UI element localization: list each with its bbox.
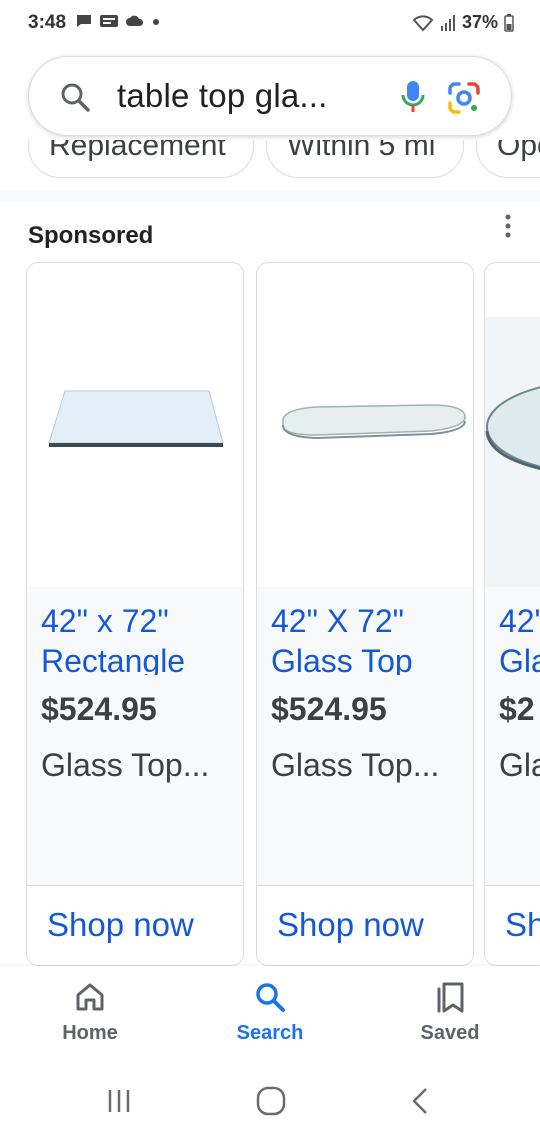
- product-card[interactable]: 42" x 72" Rectangle Glass Table Top $524…: [26, 262, 244, 966]
- sponsored-label: Sponsored: [28, 222, 154, 249]
- message-icon: [77, 15, 91, 27]
- shop-now-button[interactable]: Shop now: [277, 906, 424, 944]
- filter-chips: Replacement Within 5 mi Open now: [0, 140, 540, 182]
- nav-search[interactable]: Search: [210, 980, 330, 1045]
- card-footer: Shop now: [27, 885, 243, 965]
- product-price: $524.95: [41, 691, 157, 727]
- product-title-clip[interactable]: 42" x 72" Rectangle Glass Table Top: [41, 601, 237, 675]
- chip-open-now[interactable]: Open now: [476, 140, 540, 178]
- chip-within-5-mi[interactable]: Within 5 mi: [266, 140, 464, 178]
- nav-home[interactable]: Home: [30, 980, 150, 1045]
- product-image[interactable]: [257, 317, 473, 587]
- shop-now-button[interactable]: Shop now: [47, 906, 194, 944]
- product-info: 42" X 72" Glass Top Racetrack $524.95 Gl…: [257, 587, 473, 885]
- product-title[interactable]: 42" Clear Glass Top: [499, 601, 540, 675]
- wifi-icon: [412, 14, 434, 31]
- search-bar[interactable]: table top gla...: [28, 56, 512, 136]
- search-input[interactable]: table top gla...: [117, 77, 328, 115]
- home-icon[interactable]: [73, 980, 107, 1014]
- search-icon[interactable]: [59, 81, 91, 113]
- signal-icon: [440, 14, 455, 31]
- chip-replacement[interactable]: Replacement: [28, 140, 254, 178]
- status-time: 3:48: [28, 12, 67, 33]
- card-footer: Sh: [485, 885, 540, 965]
- battery-percent: 37%: [461, 12, 498, 32]
- card-footer: Shop now: [257, 885, 473, 965]
- status-bar: 3:48 37%: [0, 0, 540, 48]
- notification-icons: [76, 14, 160, 28]
- product-card[interactable]: 42" Clear Glass Top $2 Gla Sh: [484, 262, 540, 966]
- nav-saved-label[interactable]: Saved: [390, 1022, 510, 1045]
- home-button-icon[interactable]: [254, 1084, 288, 1118]
- product-info: 42" x 72" Rectangle Glass Table Top $524…: [27, 587, 243, 885]
- nav-home-label[interactable]: Home: [30, 1022, 150, 1045]
- bookmark-icon[interactable]: [433, 980, 467, 1014]
- product-seller: Glass Top...: [41, 747, 210, 783]
- microphone-icon[interactable]: [399, 79, 427, 115]
- racetrack-glass-image: [282, 404, 466, 440]
- product-info: 42" Clear Glass Top $2 Gla: [485, 587, 540, 885]
- back-icon[interactable]: [404, 1084, 438, 1118]
- rectangle-glass-image: [48, 390, 224, 447]
- product-image[interactable]: [485, 317, 540, 587]
- shop-now-button[interactable]: Sh: [505, 906, 540, 944]
- section-divider: [0, 190, 540, 202]
- system-navigation-bar: [0, 1060, 540, 1140]
- product-image[interactable]: [27, 317, 243, 587]
- cloud-icon: [126, 15, 144, 26]
- product-price: $2: [499, 691, 535, 727]
- round-glass-image: [485, 386, 540, 470]
- dot-icon: [153, 19, 159, 25]
- product-title-clip[interactable]: 42" X 72" Glass Top Racetrack: [271, 601, 467, 675]
- product-title[interactable]: 42" X 72" Glass Top Racetrack: [271, 601, 467, 675]
- product-price: $524.95: [271, 691, 387, 727]
- google-lens-icon[interactable]: [447, 81, 481, 115]
- more-options-icon[interactable]: [500, 212, 516, 240]
- product-card[interactable]: 42" X 72" Glass Top Racetrack $524.95 Gl…: [256, 262, 474, 966]
- product-seller: Gla: [499, 747, 540, 783]
- recent-apps-icon[interactable]: [102, 1084, 136, 1118]
- product-seller: Glass Top...: [271, 747, 440, 783]
- search-icon[interactable]: [253, 980, 287, 1014]
- nav-search-label[interactable]: Search: [210, 1022, 330, 1045]
- status-right: 37%: [412, 12, 514, 33]
- product-title-clip[interactable]: 42" Clear Glass Top: [499, 601, 540, 675]
- bottom-navigation: Home Search Saved: [0, 966, 540, 1060]
- fox-news-icon: [100, 15, 118, 27]
- battery-icon: [504, 13, 514, 32]
- nav-saved[interactable]: Saved: [390, 980, 510, 1045]
- product-title[interactable]: 42" x 72" Rectangle Glass Table Top: [41, 601, 237, 675]
